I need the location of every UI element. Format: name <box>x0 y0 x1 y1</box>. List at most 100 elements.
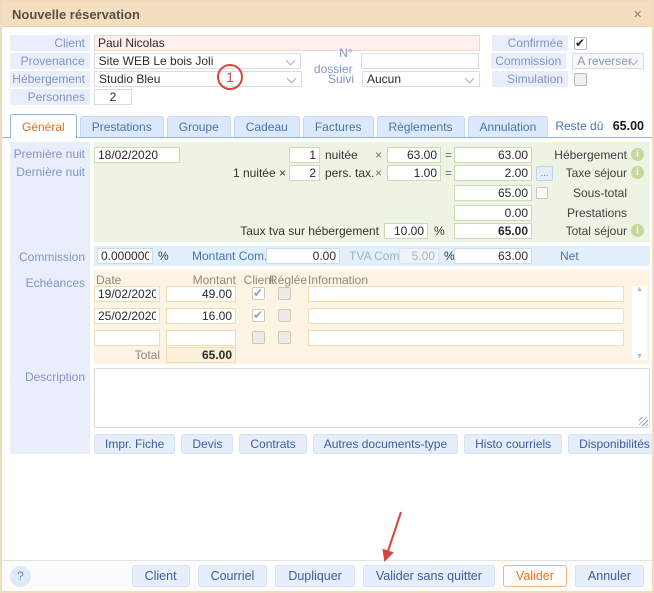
client-input[interactable] <box>94 35 480 51</box>
title-bar: Nouvelle réservation × <box>2 2 652 27</box>
info-icon[interactable]: i <box>631 148 644 161</box>
autres-documents-type-button[interactable]: Autres documents-type <box>313 434 458 454</box>
echeance-header-reglee: Réglée <box>266 272 310 288</box>
nuitee-price-input[interactable] <box>387 147 441 163</box>
commission-section: % Montant Com. TVA Com. % Net <box>94 246 650 266</box>
tva-com-label: TVA Com. <box>349 248 403 264</box>
echeance-montant-input[interactable] <box>166 330 236 346</box>
prestations-label: Prestations <box>494 205 627 221</box>
help-button[interactable]: ? <box>10 566 31 587</box>
confirmee-checkbox[interactable] <box>574 37 587 50</box>
provenance-label: Provenance <box>10 53 90 69</box>
tab-annulation[interactable]: Annulation <box>468 116 549 137</box>
close-icon[interactable]: × <box>633 7 642 22</box>
provenance-value: Site WEB Le bois Joli <box>99 54 214 68</box>
scroll-up-icon[interactable]: ▲ <box>632 286 647 293</box>
hebergement-select[interactable]: Studio Bleu <box>94 71 302 87</box>
echeance-date-input[interactable] <box>94 308 160 324</box>
suivi-select[interactable]: Aucun <box>362 71 480 87</box>
impr-fiche-button[interactable]: Impr. Fiche <box>94 434 175 454</box>
tab-general[interactable]: Général <box>10 114 77 138</box>
tab-reglements[interactable]: Règlements <box>377 116 465 137</box>
premiere-nuit-date-input[interactable] <box>94 147 180 163</box>
echeance-date-input[interactable] <box>94 286 160 302</box>
reste-du-value: 65.00 <box>613 119 644 133</box>
personnes-row: Personnes <box>10 89 644 105</box>
personnes-input[interactable] <box>94 89 132 105</box>
dossier-input[interactable] <box>361 53 479 69</box>
montant-com-input[interactable] <box>266 248 340 264</box>
courriel-button[interactable]: Courriel <box>198 565 268 587</box>
echeance-montant-input[interactable] <box>166 286 236 302</box>
resize-grip-icon[interactable] <box>639 417 648 426</box>
chevron-down-icon <box>465 74 475 84</box>
echeance-montant-input[interactable] <box>166 308 236 324</box>
percent-sign: % <box>158 248 169 264</box>
echeance-info-input[interactable] <box>308 330 624 346</box>
pers-tax-price-input[interactable] <box>387 165 441 181</box>
dialog-title: Nouvelle réservation <box>12 7 140 22</box>
net-input[interactable] <box>454 248 532 264</box>
nuitee-unit-label: nuitée <box>325 147 358 163</box>
sous-total-label: Sous-total <box>494 185 627 201</box>
devis-button[interactable]: Devis <box>181 434 233 454</box>
personnes-label: Personnes <box>10 89 90 105</box>
nuitee-qty-input[interactable] <box>289 147 320 163</box>
simulation-label: Simulation <box>492 71 568 87</box>
dupliquer-button[interactable]: Dupliquer <box>275 565 355 587</box>
commission-label: Commission <box>491 53 567 69</box>
echeance-client-checkbox[interactable] <box>252 287 265 300</box>
suivi-value: Aucun <box>367 72 401 86</box>
echeance-client-checkbox[interactable] <box>252 331 265 344</box>
chevron-down-icon <box>287 74 297 84</box>
echeance-reglee-checkbox[interactable] <box>278 309 291 322</box>
confirmee-label: Confirmée <box>492 35 568 51</box>
echeance-client-checkbox[interactable] <box>252 309 265 322</box>
pers-tax-qty-input[interactable] <box>289 165 320 181</box>
footer-bar: ? Client Courriel Dupliquer Valider sans… <box>2 560 652 591</box>
provenance-row: Provenance Site WEB Le bois Joli N° doss… <box>10 53 644 69</box>
total-sejour-label: Total séjour <box>494 223 627 239</box>
scroll-down-icon[interactable]: ▼ <box>632 353 647 360</box>
histo-courriels-button[interactable]: Histo courriels <box>464 434 562 454</box>
commission-rate-input[interactable] <box>97 248 153 264</box>
description-textarea[interactable] <box>94 368 650 428</box>
montant-com-label: Montant Com. <box>192 248 267 264</box>
info-icon[interactable]: i <box>631 224 644 237</box>
tab-factures[interactable]: Factures <box>303 116 374 137</box>
simulation-checkbox[interactable] <box>574 73 587 86</box>
echeance-info-input[interactable] <box>308 308 624 324</box>
info-icon[interactable]: i <box>631 166 644 179</box>
echeance-reglee-checkbox[interactable] <box>278 287 291 300</box>
echeance-info-input[interactable] <box>308 286 624 302</box>
chevron-down-icon <box>285 56 295 66</box>
annuler-button[interactable]: Annuler <box>575 565 644 587</box>
valider-sans-quitter-button[interactable]: Valider sans quitter <box>363 565 495 587</box>
premiere-nuit-label: Première nuit <box>14 147 85 161</box>
client-button[interactable]: Client <box>132 565 190 587</box>
disponibilites-button[interactable]: Disponibilités <box>568 434 654 454</box>
hebergement-row: Hébergement Studio Bleu Suivi Aucun Simu… <box>10 71 644 87</box>
echeances-section: Date Montant Client Réglée Information T… <box>94 270 650 364</box>
tab-groupe[interactable]: Groupe <box>167 116 231 137</box>
client-label: Client <box>10 35 90 51</box>
taux-tva-input[interactable] <box>384 223 428 239</box>
echeance-date-input[interactable] <box>94 330 160 346</box>
taxe-sejour-label: Taxe séjour <box>554 165 627 181</box>
percent-sign: % <box>434 223 445 239</box>
taxe-sejour-amount-input[interactable] <box>454 165 532 181</box>
echeance-total-input[interactable] <box>166 347 236 363</box>
tva-com-input[interactable] <box>399 248 439 264</box>
echeance-reglee-checkbox[interactable] <box>278 331 291 344</box>
valider-button[interactable]: Valider <box>503 565 567 587</box>
provenance-select[interactable]: Site WEB Le bois Joli <box>94 53 301 69</box>
tab-prestations[interactable]: Prestations <box>80 116 164 137</box>
tab-cadeau[interactable]: Cadeau <box>234 116 300 137</box>
contrats-button[interactable]: Contrats <box>239 434 306 454</box>
echeances-scrollbar[interactable]: ▲ ▼ <box>632 286 647 360</box>
hebergement-value: Studio Bleu <box>99 72 160 86</box>
section-label-column: Première nuit Dernière nuit Commission E… <box>10 142 90 454</box>
taxe-sejour-more-button[interactable]: ... <box>536 166 553 181</box>
commission-select[interactable]: A reverser <box>572 53 644 69</box>
taux-tva-label: Taux tva sur hébergement <box>189 223 379 239</box>
